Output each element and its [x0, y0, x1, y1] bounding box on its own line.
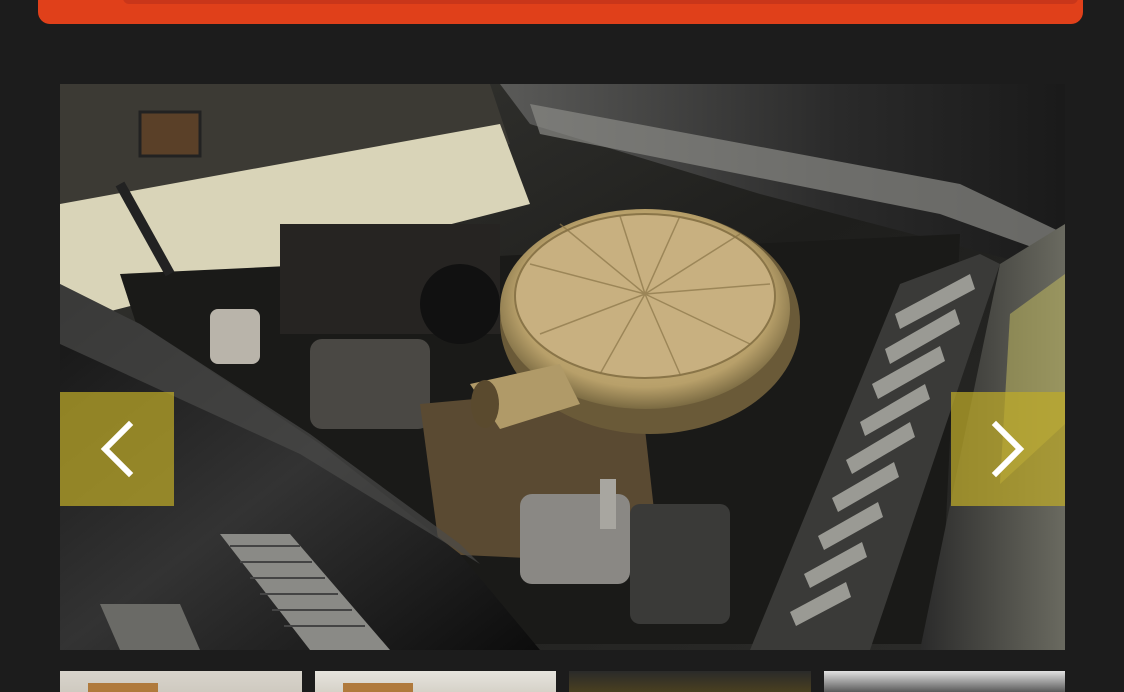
top-banner-bar [123, 0, 1078, 4]
chevron-right-icon [991, 420, 1025, 478]
gallery-prev-button[interactable] [60, 392, 174, 506]
gallery-main-image[interactable] [60, 84, 1065, 650]
thumbnail-1[interactable] [60, 671, 302, 692]
chevron-left-icon [100, 420, 134, 478]
thumbnail-4[interactable] [823, 671, 1065, 692]
top-banner [38, 0, 1083, 24]
thumbnail-2[interactable] [314, 671, 556, 692]
thumbnail-strip [60, 671, 1065, 692]
thumbnail-3[interactable] [569, 671, 811, 692]
engine-bay-photo [60, 84, 1065, 650]
gallery-next-button[interactable] [951, 392, 1065, 506]
